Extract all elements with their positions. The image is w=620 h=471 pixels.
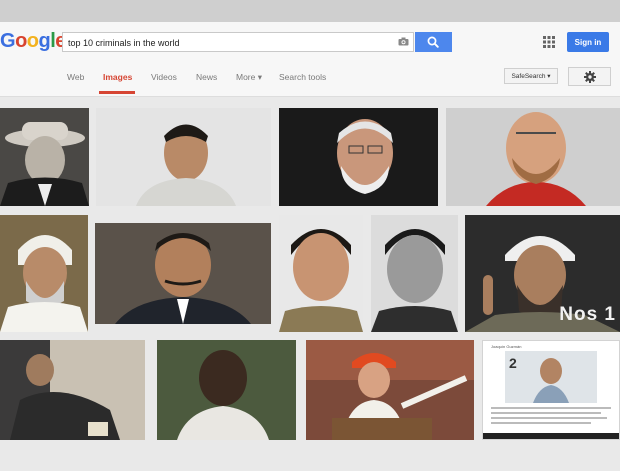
result-image [371,215,458,332]
active-tab-indicator [99,91,135,94]
overlay-caption: Nos 1 [559,304,616,325]
top-bar: Google Sign in Web Images Videos News Mo… [0,0,620,96]
image-result-12[interactable] [306,340,474,440]
search-button[interactable] [415,32,452,52]
image-result-1[interactable] [0,108,89,206]
result-image [279,215,363,332]
image-result-9[interactable]: Nos 1 [465,215,620,332]
tab-images[interactable]: Images [103,72,132,82]
apps-grid-icon[interactable] [543,36,555,48]
sign-in-button[interactable]: Sign in [567,32,609,52]
image-result-10[interactable] [0,340,145,440]
search-icon [427,36,439,48]
image-result-6[interactable] [95,223,271,324]
tab-search-tools[interactable]: Search tools [279,72,326,82]
image-result-2[interactable] [96,108,271,206]
search-box[interactable] [62,32,414,52]
result-image [96,108,271,206]
document-page-number: 2 [509,355,517,371]
image-result-3[interactable] [279,108,438,206]
image-result-5[interactable] [0,215,88,332]
tab-videos[interactable]: Videos [151,72,177,82]
tab-web[interactable]: Web [67,72,84,82]
result-image [0,340,145,440]
result-image [279,108,438,206]
gear-icon [583,70,596,83]
result-image [483,351,619,439]
tab-news[interactable]: News [196,72,217,82]
result-image [95,223,271,324]
image-result-4[interactable] [446,108,620,206]
result-image [157,340,296,440]
google-logo[interactable]: Google [0,30,66,53]
settings-button[interactable] [568,67,611,86]
browser-chrome [0,0,620,22]
image-result-13[interactable]: Joaquín Guzmán 2 [482,340,620,440]
image-result-11[interactable] [157,340,296,440]
camera-icon[interactable] [398,37,409,46]
result-image [446,108,620,206]
tab-more[interactable]: More ▾ [236,72,262,83]
result-image [0,215,88,332]
search-input[interactable] [68,36,393,49]
result-image [0,108,89,206]
safe-search-dropdown[interactable]: SafeSearch ▾ [504,68,558,84]
image-result-7[interactable] [279,215,363,332]
result-image [306,340,474,440]
document-title: Joaquín Guzmán [491,344,522,349]
image-result-8[interactable] [371,215,458,332]
